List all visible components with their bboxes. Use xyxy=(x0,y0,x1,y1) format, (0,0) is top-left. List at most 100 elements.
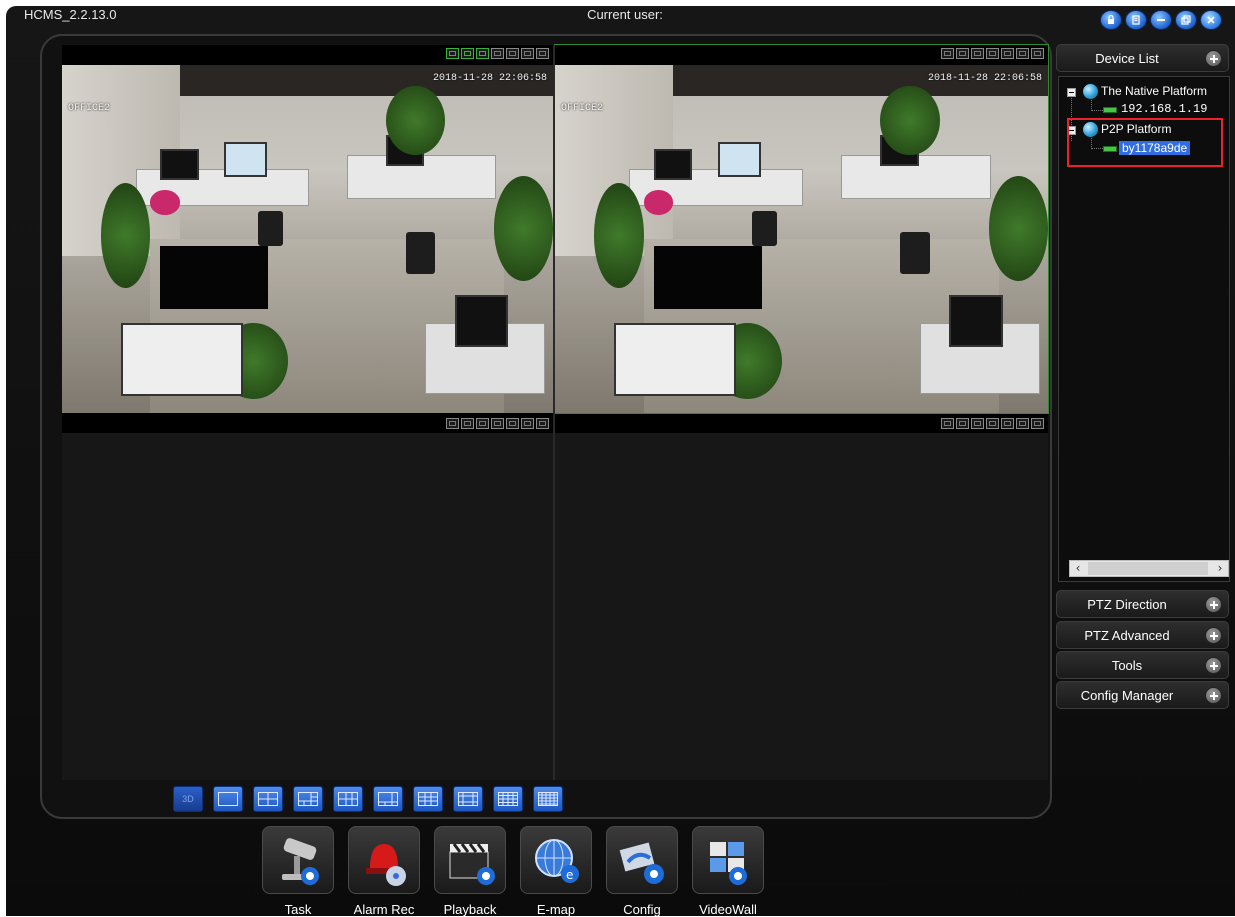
globe-icon xyxy=(1083,84,1098,99)
audio-icon[interactable] xyxy=(521,418,534,429)
dock-label: Alarm Rec xyxy=(353,902,415,917)
close-icon[interactable] xyxy=(536,418,549,429)
ptz-icon[interactable] xyxy=(986,48,999,59)
layout-6-icon xyxy=(298,792,318,806)
playback-clapper-icon xyxy=(434,826,506,894)
layout-13-button[interactable] xyxy=(453,786,483,812)
layout-10-button[interactable] xyxy=(413,786,443,812)
plus-icon[interactable] xyxy=(1205,657,1222,674)
video-pane-3[interactable] xyxy=(62,415,553,780)
minimize-icon[interactable] xyxy=(1150,10,1172,30)
videowall-icon xyxy=(692,826,764,894)
sidebar: Device List xyxy=(1056,44,1229,72)
alarm-siren-icon xyxy=(348,826,420,894)
snapshot-icon[interactable] xyxy=(971,48,984,59)
split-icon[interactable] xyxy=(956,418,969,429)
ptz-icon[interactable] xyxy=(986,418,999,429)
dock-playback[interactable]: Playback xyxy=(434,826,506,917)
video-pane-2[interactable]: OFFICE2 2018-11-28 22:06:58 xyxy=(554,44,1049,414)
dock-alarm-rec[interactable]: Alarm Rec xyxy=(348,826,420,917)
collapse-toggle[interactable] xyxy=(1067,88,1076,97)
ptz-icon[interactable] xyxy=(491,418,504,429)
split-icon[interactable] xyxy=(461,48,474,59)
layout-13-icon xyxy=(458,792,478,806)
current-user-label: Current user: xyxy=(587,8,663,22)
dock-emap[interactable]: e E-map xyxy=(520,826,592,917)
plus-icon[interactable] xyxy=(1205,50,1222,67)
plus-icon[interactable] xyxy=(1205,627,1222,644)
layout-4-button[interactable] xyxy=(253,786,283,812)
dock-videowall[interactable]: VideoWall xyxy=(692,826,764,917)
record-icon[interactable] xyxy=(941,418,954,429)
audio-icon[interactable] xyxy=(1016,418,1029,429)
scroll-thumb[interactable] xyxy=(1088,562,1208,575)
config-gear-icon xyxy=(606,826,678,894)
pane-toolbar xyxy=(446,48,549,59)
layout-6-button[interactable] xyxy=(293,786,323,812)
snapshot-icon[interactable] xyxy=(476,418,489,429)
zoom-icon[interactable] xyxy=(506,418,519,429)
device-list-header[interactable]: Device List xyxy=(1056,44,1229,72)
layout-8-button[interactable] xyxy=(333,786,363,812)
close-icon[interactable] xyxy=(1200,10,1222,30)
ptz-advanced-panel[interactable]: PTZ Advanced xyxy=(1056,621,1229,649)
split-icon[interactable] xyxy=(461,418,474,429)
record-icon[interactable] xyxy=(446,48,459,59)
emap-globe-icon: e xyxy=(520,826,592,894)
app-title: HCMS_2.2.13.0 xyxy=(24,7,117,22)
plus-icon[interactable] xyxy=(1205,596,1222,613)
camera-feed: OFFICE2 2018-11-28 22:06:58 xyxy=(555,65,1048,413)
video-pane-1[interactable]: OFFICE2 2018-11-28 22:06:58 xyxy=(62,45,553,413)
layout-25-button[interactable] xyxy=(533,786,563,812)
zoom-icon[interactable] xyxy=(1001,48,1014,59)
layout-16-icon xyxy=(498,792,518,806)
plus-icon[interactable] xyxy=(1205,687,1222,704)
video-pane-4[interactable] xyxy=(555,415,1048,780)
dock-label: Config xyxy=(623,902,661,917)
restore-icon[interactable] xyxy=(1175,10,1197,30)
list-icon[interactable] xyxy=(1125,10,1147,30)
layout-4-icon xyxy=(258,792,278,806)
scroll-left-icon[interactable]: ‹ xyxy=(1070,561,1086,576)
dock-config[interactable]: Config xyxy=(606,826,678,917)
pane-divider xyxy=(553,45,555,780)
3d-layout-button[interactable]: 3D xyxy=(173,786,203,812)
ptz-direction-panel[interactable]: PTZ Direction xyxy=(1056,590,1229,618)
config-manager-panel[interactable]: Config Manager xyxy=(1056,681,1229,709)
panel-label: PTZ Direction xyxy=(1087,597,1167,612)
tree-native-device[interactable]: 192.168.1.19 xyxy=(1121,102,1207,116)
scroll-right-icon[interactable]: › xyxy=(1212,561,1228,576)
panel-label: Tools xyxy=(1111,658,1143,673)
dock-task[interactable]: Task xyxy=(262,826,334,917)
window-controls xyxy=(1100,10,1222,30)
dock-label: Playback xyxy=(443,902,497,917)
timestamp-osd: 2018-11-28 22:06:58 xyxy=(432,73,547,84)
horizontal-scrollbar[interactable]: ‹ › xyxy=(1069,560,1229,577)
close-icon[interactable] xyxy=(536,48,549,59)
layout-9-icon xyxy=(378,792,398,806)
close-icon[interactable] xyxy=(1031,418,1044,429)
tree-native-platform[interactable]: The Native Platform xyxy=(1101,84,1207,98)
zoom-icon[interactable] xyxy=(1001,418,1014,429)
layout-10-icon xyxy=(418,792,438,806)
zoom-icon[interactable] xyxy=(506,48,519,59)
device-list-label: Device List xyxy=(1095,51,1159,66)
timestamp-osd: 2018-11-28 22:06:58 xyxy=(927,73,1042,84)
ptz-icon[interactable] xyxy=(491,48,504,59)
dock-label: E-map xyxy=(536,902,576,917)
tools-panel[interactable]: Tools xyxy=(1056,651,1229,679)
layout-1-button[interactable] xyxy=(213,786,243,812)
audio-icon[interactable] xyxy=(1016,48,1029,59)
split-icon[interactable] xyxy=(956,48,969,59)
snapshot-icon[interactable] xyxy=(476,48,489,59)
lock-icon[interactable] xyxy=(1100,10,1122,30)
layout-9-button[interactable] xyxy=(373,786,403,812)
record-icon[interactable] xyxy=(941,48,954,59)
layout-16-button[interactable] xyxy=(493,786,523,812)
device-icon xyxy=(1103,107,1117,113)
svg-text:e: e xyxy=(566,868,573,882)
close-icon[interactable] xyxy=(1031,48,1044,59)
audio-icon[interactable] xyxy=(521,48,534,59)
record-icon[interactable] xyxy=(446,418,459,429)
snapshot-icon[interactable] xyxy=(971,418,984,429)
